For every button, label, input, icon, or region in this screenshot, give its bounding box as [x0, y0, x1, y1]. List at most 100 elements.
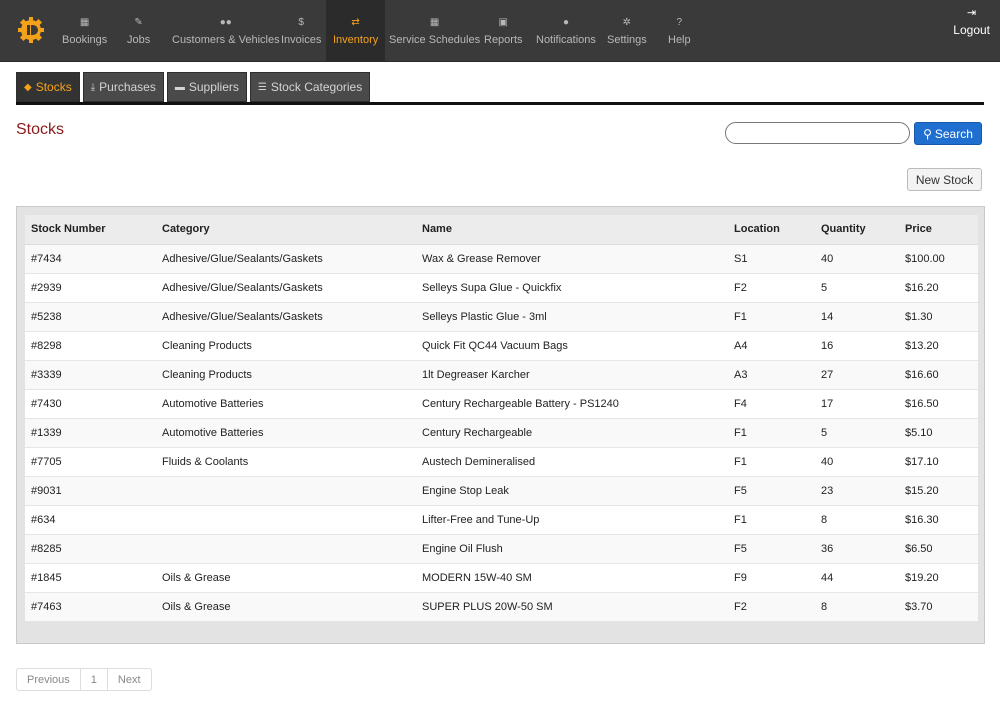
next-page-button[interactable]: Next: [108, 669, 151, 690]
table-cell: 40: [815, 243, 899, 273]
tab-suppliers[interactable]: ▬ Suppliers: [166, 72, 247, 102]
table-cell: Oils & Grease: [156, 591, 416, 621]
tab-stock-categories[interactable]: ☰ Stock Categories: [249, 72, 371, 102]
table-cell: SUPER PLUS 20W-50 SM: [416, 591, 728, 621]
table-cell: [156, 504, 416, 534]
search-button-label: Search: [934, 126, 973, 141]
nav-item-reports[interactable]: ▣ Reports: [484, 0, 523, 62]
table-cell: Austech Demineralised: [416, 446, 728, 476]
table-cell: F5: [728, 533, 815, 563]
table-cell: 44: [815, 562, 899, 592]
table-row[interactable]: #8285 Engine Oil Flush F5 36 $6.50: [25, 533, 978, 563]
table-cell: 23: [815, 475, 899, 505]
table-cell: 17: [815, 388, 899, 418]
table-cell: #9031: [25, 475, 156, 505]
gears-icon: ✲: [622, 17, 632, 28]
table-cell: $1.30: [899, 301, 978, 331]
column-header[interactable]: Price: [899, 215, 978, 245]
truck-icon: ▬: [174, 81, 185, 93]
table-cell: [156, 533, 416, 563]
tab-purchases[interactable]: ⤓ Purchases: [82, 72, 164, 102]
tab-label: Purchases: [99, 80, 156, 94]
search-icon: ⚲: [923, 126, 932, 141]
table-row[interactable]: #3339 Cleaning Products 1lt Degreaser Karc…: [25, 359, 978, 389]
table-cell: 14: [815, 301, 899, 331]
nav-item-label: Help: [668, 34, 691, 46]
table-cell: Oils & Grease: [156, 562, 416, 592]
table-row[interactable]: #1845 Oils & Grease MODERN 15W-40 SM F9 44 $1…: [25, 562, 978, 592]
previous-page-button[interactable]: Previous: [17, 669, 81, 690]
table-cell: Adhesive/Glue/Sealants/Gaskets: [156, 301, 416, 331]
inventory-subtabs: ◆ Stocks ⤓ Purchases ▬ Suppliers ☰ Stock Catego…: [16, 72, 371, 102]
nav-item-invoices[interactable]: $ Invoices: [281, 0, 321, 62]
nav-item-help[interactable]: ? Help: [668, 0, 691, 62]
search-input[interactable]: [725, 122, 910, 144]
table-cell: Automotive Batteries: [156, 417, 416, 447]
table-cell: $16.20: [899, 272, 978, 302]
stocks-table: Stock Number Category Name Location Quantity…: [25, 215, 978, 621]
table-cell: S1: [728, 243, 815, 273]
logo-gear-icon[interactable]: [18, 17, 44, 43]
nav-item-notifications[interactable]: ● Notifications: [536, 0, 596, 62]
column-header[interactable]: Category: [156, 215, 416, 245]
table-cell: 8: [815, 504, 899, 534]
tab-stocks[interactable]: ◆ Stocks: [16, 72, 80, 102]
table-cell: $16.50: [899, 388, 978, 418]
calendar-icon: ▦: [79, 17, 90, 28]
search-button[interactable]: ⚲ Search: [914, 122, 982, 145]
table-cell: $6.50: [899, 533, 978, 563]
table-row[interactable]: #7705 Fluids & Coolants Austech Deminerali…: [25, 446, 978, 476]
table-cell: Cleaning Products: [156, 359, 416, 389]
table-row[interactable]: #7434 Adhesive/Glue/Sealants/Gaskets Wax &…: [25, 243, 978, 273]
top-navbar: ▦ Bookings ✎ Jobs ●● Customers & Vehicles $ Inv…: [0, 0, 1000, 62]
nav-item-customers-vehicles[interactable]: ●● Customers & Vehicles: [172, 0, 280, 62]
nav-item-bookings[interactable]: ▦ Bookings: [62, 0, 107, 62]
nav-item-label: Service Schedules: [389, 34, 481, 46]
table-cell: Century Rechargeable Battery - PS1240: [416, 388, 728, 418]
table-cell: #7463: [25, 591, 156, 621]
page-title: Stocks: [16, 121, 65, 138]
table-cell: 5: [815, 417, 899, 447]
download-icon: ⤓: [90, 81, 96, 93]
table-row[interactable]: #8298 Cleaning Products Quick Fit QC44 Vac…: [25, 330, 978, 360]
table-cell: 27: [815, 359, 899, 389]
table-row[interactable]: #7463 Oils & Grease SUPER PLUS 20W-50 SM F2…: [25, 591, 978, 621]
nav-item-label: Settings: [607, 34, 647, 46]
nav-item-jobs[interactable]: ✎ Jobs: [127, 0, 150, 62]
table-cell: Wax & Grease Remover: [416, 243, 728, 273]
list-icon: ☰: [257, 81, 267, 93]
table-cell: #8285: [25, 533, 156, 563]
table-cell: #8298: [25, 330, 156, 360]
table-cell: #5238: [25, 301, 156, 331]
table-cell: $100.00: [899, 243, 978, 273]
nav-item-service-schedules[interactable]: ▦ Service Schedules: [389, 0, 480, 62]
logout-button[interactable]: ⇥ Logout: [953, 6, 990, 46]
nav-item-inventory[interactable]: ⇄ Inventory: [326, 0, 386, 62]
table-cell: 8: [815, 591, 899, 621]
nav-item-label: Reports: [484, 34, 523, 46]
column-header[interactable]: Location: [728, 215, 815, 245]
table-cell: 5: [815, 272, 899, 302]
page-1-button[interactable]: 1: [81, 669, 108, 690]
table-cell: #2939: [25, 272, 156, 302]
table-cell: MODERN 15W-40 SM: [416, 562, 728, 592]
table-row[interactable]: #1339 Automotive Batteries Century Recharg…: [25, 417, 978, 447]
column-header[interactable]: Quantity: [815, 215, 899, 245]
column-header[interactable]: Stock Number: [25, 215, 156, 245]
tab-label: Stocks: [35, 80, 72, 94]
nav-item-label: Inventory: [333, 34, 379, 46]
table-row[interactable]: #5238 Adhesive/Glue/Sealants/Gaskets Selle…: [25, 301, 978, 331]
sign-out-icon: ⇥: [967, 7, 977, 19]
subtabs-divider: [16, 102, 984, 105]
table-row[interactable]: #7430 Automotive Batteries Century Recharg…: [25, 388, 978, 418]
table-cell: 16: [815, 330, 899, 360]
column-header[interactable]: Name: [416, 215, 728, 245]
table-cell: #7705: [25, 446, 156, 476]
table-cell: Adhesive/Glue/Sealants/Gaskets: [156, 243, 416, 273]
table-row[interactable]: #2939 Adhesive/Glue/Sealants/Gaskets Selle…: [25, 272, 978, 302]
table-row[interactable]: #9031 Engine Stop Leak F5 23 $15.20: [25, 475, 978, 505]
nav-item-settings[interactable]: ✲ Settings: [607, 0, 647, 62]
table-cell: $17.10: [899, 446, 978, 476]
new-stock-button[interactable]: New Stock: [907, 168, 982, 191]
table-row[interactable]: #634 Lifter-Free and Tune-Up F1 8 $16.30: [25, 504, 978, 534]
